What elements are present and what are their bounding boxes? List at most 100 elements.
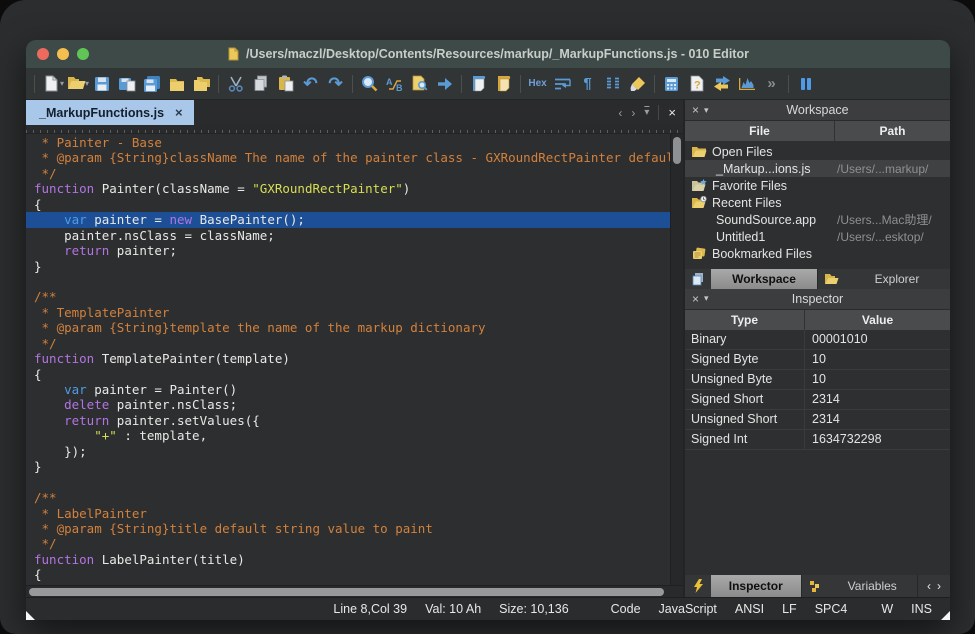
code-line[interactable]: */ [26, 336, 670, 351]
code-line[interactable]: * LabelPainter [26, 506, 670, 521]
workspace-item-untitled1[interactable]: Untitled1 /Users/...esktop/ [685, 228, 950, 245]
workspace-item-favorite-files[interactable]: Favorite Files [685, 177, 950, 194]
tab-inspector[interactable]: Inspector [685, 575, 801, 597]
type-column-header[interactable]: Type [685, 310, 805, 330]
status-code[interactable]: Code [611, 602, 641, 616]
paste-button[interactable] [273, 70, 298, 98]
code-line[interactable]: } [26, 259, 670, 274]
run-script-button[interactable] [491, 70, 516, 98]
code-editor[interactable]: * Painter - Base * @param {String}classN… [26, 134, 683, 585]
code-line[interactable]: /** [26, 289, 670, 304]
histogram-button[interactable] [734, 70, 759, 98]
inspector-value-cell[interactable]: 2314 [805, 412, 950, 426]
workspace-menu-button[interactable]: ▾ [704, 105, 709, 116]
redo-button[interactable]: ↷ [323, 70, 348, 98]
code-line[interactable]: * @param {String}title default string va… [26, 521, 670, 536]
code-line[interactable] [26, 274, 670, 289]
copy-button[interactable] [248, 70, 273, 98]
folder-button[interactable] [164, 70, 189, 98]
workspace-item-recent-files[interactable]: Recent Files [685, 194, 950, 211]
code-line[interactable]: var painter = new BasePainter(); [26, 212, 670, 227]
code-line[interactable]: function Painter(className = "GXRoundRec… [26, 181, 670, 196]
workspace-close-button[interactable]: × [692, 103, 699, 117]
path-column-header[interactable]: Path [835, 121, 950, 141]
inspector-value-cell[interactable]: 00001010 [805, 332, 950, 346]
check-file-button[interactable]: ? [684, 70, 709, 98]
workspace-item-open-files[interactable]: Open Files [685, 143, 950, 160]
status-linefeed[interactable]: LF [782, 602, 797, 616]
code-line[interactable]: }); [26, 444, 670, 459]
status-line-col[interactable]: Line 8,Col 39 [333, 602, 407, 616]
compare-button[interactable] [709, 70, 734, 98]
find-button[interactable] [357, 70, 382, 98]
highlight-button[interactable] [625, 70, 650, 98]
show-whitespace-button[interactable]: ¶ [575, 70, 600, 98]
status-language[interactable]: JavaScript [659, 602, 717, 616]
tab-explorer[interactable]: Explorer [818, 269, 950, 289]
inspector-value-cell[interactable]: 10 [805, 352, 950, 366]
vertical-scrollbar-thumb[interactable] [673, 137, 681, 164]
tab-close-button[interactable]: × [175, 105, 183, 120]
workspace-item-soundsource[interactable]: SoundSource.app /Users...Mac助理/ [685, 211, 950, 228]
code-line[interactable]: } [26, 459, 670, 474]
save-as-button[interactable] [114, 70, 139, 98]
inspector-close-button[interactable]: × [692, 292, 699, 306]
tab-list-button[interactable]: ▾ [644, 107, 649, 118]
code-line[interactable]: return painter.setValues({ [26, 413, 670, 428]
undo-button[interactable]: ↶ [298, 70, 323, 98]
hex-mode-button[interactable]: Hex [525, 70, 550, 98]
workspace-item-markupfunctions[interactable]: _Markup...ions.js /Users/...markup/ [685, 160, 950, 177]
panel-tabs-next-button[interactable]: › [937, 579, 941, 593]
replace-button[interactable]: AB [382, 70, 407, 98]
value-column-header[interactable]: Value [805, 310, 950, 330]
goto-button[interactable] [432, 70, 457, 98]
status-spacing[interactable]: SPC4 [815, 602, 848, 616]
status-insert-mode[interactable]: INS [911, 602, 932, 616]
inspector-row[interactable]: Signed Int 1634732298 [685, 430, 950, 450]
code-line[interactable]: * @param {String}template the name of th… [26, 320, 670, 335]
code-line[interactable]: * @param {String}className The name of t… [26, 150, 670, 165]
code-line[interactable] [26, 475, 670, 490]
inspector-value-cell[interactable]: 1634732298 [805, 432, 950, 446]
inspector-menu-button[interactable]: ▾ [704, 293, 709, 304]
status-charset[interactable]: ANSI [735, 602, 764, 616]
horizontal-scrollbar-thumb[interactable] [29, 588, 664, 596]
code-line[interactable]: */ [26, 536, 670, 551]
minimize-window-button[interactable] [57, 48, 69, 60]
code-line[interactable]: painter.nsClass = className; [26, 228, 670, 243]
run-template-button[interactable] [466, 70, 491, 98]
workspace-item-bookmarked-files[interactable]: Bookmarked Files [685, 245, 950, 262]
inspector-row[interactable]: Signed Byte 10 [685, 350, 950, 370]
inspector-row[interactable]: Unsigned Short 2314 [685, 410, 950, 430]
save-button[interactable] [89, 70, 114, 98]
status-value[interactable]: Val: 10 Ah [425, 602, 481, 616]
file-column-header[interactable]: File [685, 121, 835, 141]
titlebar[interactable]: /Users/maczl/Desktop/Contents/Resources/… [26, 40, 950, 68]
inspector-value-cell[interactable]: 2314 [805, 392, 950, 406]
inspector-value-cell[interactable]: 10 [805, 372, 950, 386]
inspector-row[interactable]: Unsigned Byte 10 [685, 370, 950, 390]
pause-button[interactable] [793, 70, 818, 98]
code-line[interactable]: return painter; [26, 243, 670, 258]
horizontal-scrollbar[interactable] [26, 585, 683, 597]
code-line[interactable]: /** [26, 490, 670, 505]
code-line[interactable]: { [26, 367, 670, 382]
folder-list-button[interactable] [189, 70, 214, 98]
code-line[interactable]: */ [26, 166, 670, 181]
tab-workspace[interactable]: Workspace [685, 269, 817, 289]
code-line[interactable]: { [26, 567, 670, 582]
inspector-row[interactable]: Signed Short 2314 [685, 390, 950, 410]
code-line[interactable]: function LabelPainter(title) [26, 552, 670, 567]
save-all-button[interactable] [139, 70, 164, 98]
calculator-button[interactable] [659, 70, 684, 98]
close-document-button[interactable]: × [658, 105, 676, 120]
next-tab-button[interactable]: › [631, 106, 635, 120]
status-size[interactable]: Size: 10,136 [499, 602, 569, 616]
code-line[interactable]: var painter = Painter() [26, 382, 670, 397]
cut-button[interactable] [223, 70, 248, 98]
code-line[interactable]: "+" : template, [26, 428, 670, 443]
prev-tab-button[interactable]: ‹ [618, 106, 622, 120]
code-line[interactable]: * TemplatePainter [26, 305, 670, 320]
vertical-scrollbar[interactable] [670, 134, 683, 585]
code-line[interactable]: function TemplatePainter(template) [26, 351, 670, 366]
